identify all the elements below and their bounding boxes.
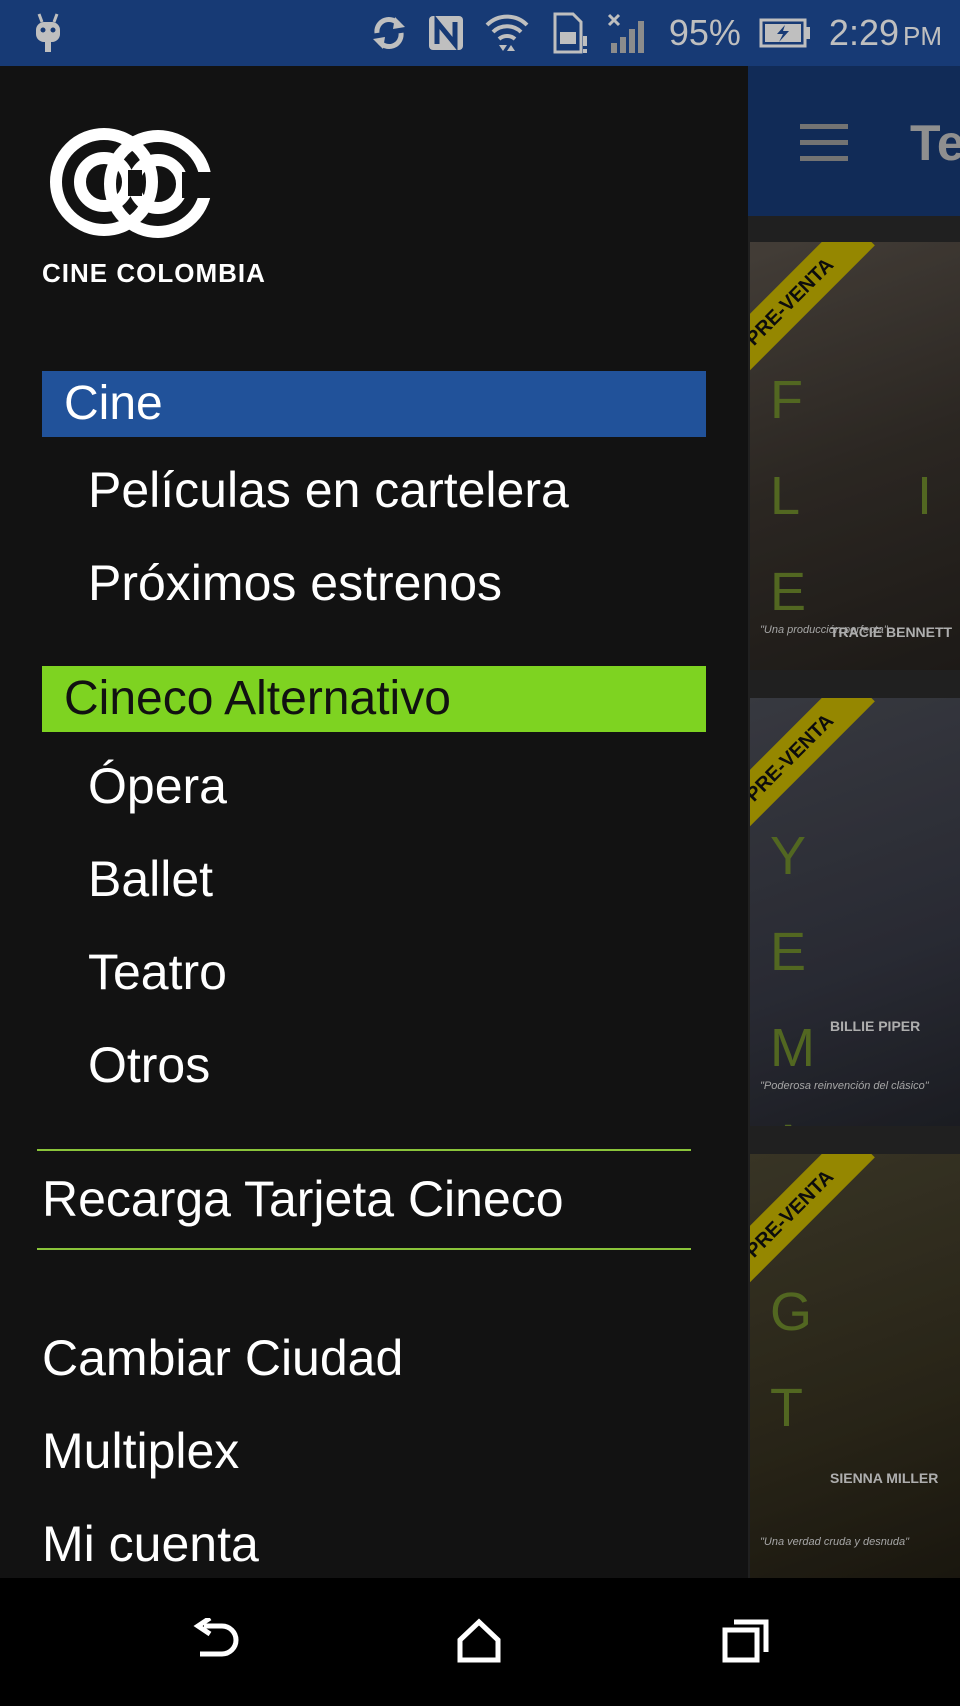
menu-item-mi-cuenta[interactable]: Mi cuenta xyxy=(42,1514,259,1574)
menu-item-ballet[interactable]: Ballet xyxy=(88,849,213,909)
menu-item-multiplex[interactable]: Multiplex xyxy=(42,1421,239,1481)
system-navigation-bar xyxy=(0,1578,960,1706)
home-icon[interactable] xyxy=(456,1618,502,1664)
recent-apps-icon[interactable] xyxy=(722,1618,770,1664)
back-icon[interactable] xyxy=(190,1618,240,1664)
navigation-drawer: CINE COLOMBIA Cine Películas en carteler… xyxy=(0,66,748,1578)
menu-item-peliculas-en-cartelera[interactable]: Películas en cartelera xyxy=(88,460,569,520)
menu-item-cambiar-ciudad[interactable]: Cambiar Ciudad xyxy=(42,1328,403,1388)
section-header-cineco-alternativo: Cineco Alternativo xyxy=(42,666,706,732)
menu-item-proximos-estrenos[interactable]: Próximos estrenos xyxy=(88,553,502,613)
cine-colombia-logo xyxy=(50,128,222,238)
menu-item-otros[interactable]: Otros xyxy=(88,1035,210,1095)
divider xyxy=(37,1248,691,1250)
divider xyxy=(37,1149,691,1151)
menu-item-opera[interactable]: Ópera xyxy=(88,756,227,816)
logo-text: CINE COLOMBIA xyxy=(42,258,266,288)
menu-item-recarga-tarjeta-cineco[interactable]: Recarga Tarjeta Cineco xyxy=(42,1169,564,1229)
section-header-cine: Cine xyxy=(42,371,706,437)
menu-item-teatro[interactable]: Teatro xyxy=(88,942,227,1002)
